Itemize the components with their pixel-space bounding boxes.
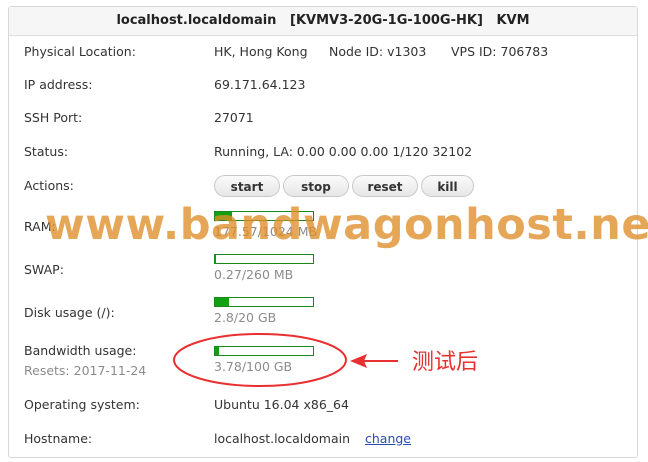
kill-button[interactable]: kill: [421, 175, 474, 197]
ip-value: 69.171.64.123: [214, 77, 306, 92]
status-label: Status:: [24, 144, 69, 159]
header-plan: [KVMV3-20G-1G-100G-HK]: [290, 13, 483, 28]
disk-usage-text: 2.8/20 GB: [214, 310, 277, 325]
header-virt: KVM: [496, 13, 530, 28]
stop-button[interactable]: stop: [283, 175, 349, 197]
swap-label: SWAP:: [24, 262, 64, 277]
bandwidth-usage-bar: [214, 346, 314, 356]
bandwidth-label: Bandwidth usage:: [24, 343, 137, 358]
ssh-port-value: 27071: [214, 110, 254, 125]
ip-label: IP address:: [24, 77, 93, 92]
swap-usage-text: 0.27/260 MB: [214, 267, 294, 282]
vps-id: VPS ID: 706783: [451, 44, 549, 59]
panel-header: localhost.localdomain [KVMV3-20G-1G-100G…: [9, 7, 637, 36]
header-hostname: localhost.localdomain: [116, 13, 277, 28]
watermark-text: www.bandwagonhost.net: [45, 200, 648, 250]
reset-button[interactable]: reset: [352, 175, 418, 197]
disk-usage-bar: [214, 297, 314, 307]
bandwidth-usage-text: 3.78/100 GB: [214, 359, 293, 374]
bandwidth-usage-fill: [215, 347, 219, 355]
start-button[interactable]: start: [214, 175, 280, 197]
change-hostname-link[interactable]: change: [365, 431, 411, 446]
annotation-label: 测试后: [412, 350, 479, 375]
os-label: Operating system:: [24, 397, 140, 412]
os-value: Ubuntu 16.04 x86_64: [214, 397, 349, 412]
location-label: Physical Location:: [24, 44, 136, 59]
location-value: HK, Hong Kong: [214, 44, 308, 59]
swap-usage-bar: [214, 254, 314, 264]
status-value: Running, LA: 0.00 0.00 0.00 1/120 32102: [214, 144, 473, 159]
bandwidth-resets: Resets: 2017-11-24: [24, 363, 147, 378]
swap-usage-fill: [215, 255, 217, 263]
disk-usage-fill: [215, 298, 229, 306]
ssh-port-label: SSH Port:: [24, 110, 83, 125]
actions-label: Actions:: [24, 178, 74, 193]
disk-label: Disk usage (/):: [24, 305, 115, 320]
node-id: Node ID: v1303: [329, 44, 427, 59]
hostname-value: localhost.localdomain: [214, 431, 351, 446]
hostname-label: Hostname:: [24, 431, 93, 446]
